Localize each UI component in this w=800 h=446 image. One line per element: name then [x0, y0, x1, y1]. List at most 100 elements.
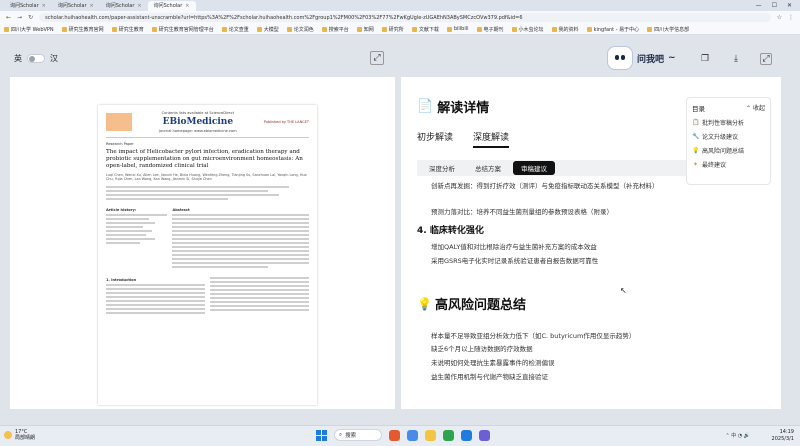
list-item: 缺乏6个月以上随访数据的疗效数据: [431, 345, 533, 353]
maximize-icon[interactable]: ☐: [772, 2, 777, 9]
url-input[interactable]: scholar.huihaohealth.com/paper-assistant…: [39, 13, 771, 22]
bookmark[interactable]: 小木虫论坛: [511, 26, 544, 33]
table-of-contents: 目录 ⌃ 收起 📋 批判性审稿分析 🔧 论文升级建议 💡 高风险问题总结 ✦ 最终建议: [686, 97, 771, 185]
app-icon[interactable]: [443, 429, 454, 441]
copy-icon[interactable]: ❐: [699, 53, 711, 65]
pdf-body: Article history: Abstract: [106, 205, 309, 270]
back-icon[interactable]: ←: [6, 14, 11, 21]
system-tray[interactable]: ⌃ 中 ◔ 🔊: [725, 432, 750, 439]
bookmark[interactable]: 知网: [356, 26, 374, 33]
toc-item[interactable]: 🔧 论文升级建议: [692, 132, 765, 141]
close-icon[interactable]: ×: [90, 3, 94, 9]
section-heading: 4. 临床转化强化: [417, 226, 484, 236]
search-icon: ⌕: [339, 431, 343, 438]
toc-title: 目录: [692, 105, 705, 113]
close-icon[interactable]: ×: [137, 3, 141, 9]
elsevier-logo-icon: [106, 113, 132, 132]
folder-icon: [221, 26, 227, 32]
bookmark[interactable]: 电子期刊: [476, 26, 504, 33]
windows-start-icon[interactable]: [316, 429, 327, 441]
subtab-review[interactable]: 审稿建议: [513, 161, 555, 175]
app-icon[interactable]: [479, 429, 490, 441]
download-icon[interactable]: ⤓: [730, 53, 742, 65]
language-switch[interactable]: [27, 54, 45, 63]
folder-icon: [586, 26, 592, 32]
toc-item[interactable]: 💡 高风险问题总结: [692, 146, 765, 155]
bookmark[interactable]: 论文润色: [286, 26, 314, 33]
reload-icon[interactable]: ↻: [28, 14, 33, 21]
article-authors: Luqi Chen, Wenxi Xu, Allen Lee, Jianxin …: [106, 172, 307, 182]
bookmark[interactable]: 搜索平台: [321, 26, 349, 33]
app-icon[interactable]: [389, 429, 400, 441]
pdf-intro: 1. Introduction: [106, 275, 309, 316]
language-toggle: 英 汉: [14, 53, 58, 64]
menu-icon[interactable]: ⋮: [788, 14, 794, 21]
interpretation-tabs: 初步解读 深度解读: [417, 130, 510, 148]
forward-icon[interactable]: →: [17, 14, 22, 21]
app-icon[interactable]: [407, 429, 418, 441]
high-risk-title: 高风险问题总结: [434, 298, 526, 313]
toc-item[interactable]: 📋 批判性审稿分析: [692, 118, 765, 127]
folder-icon: [256, 26, 262, 32]
close-icon[interactable]: ×: [185, 3, 189, 9]
bookmark[interactable]: 四川大学 WebVPN: [4, 26, 54, 33]
paragraph: 创新点再发掘：得到打折疗效（测评）与免疫指标联动态关系模型（补充材料）: [431, 182, 659, 190]
folder-icon: [111, 26, 117, 32]
pdf-viewer[interactable]: Contents lists available at ScienceDirec…: [10, 77, 395, 409]
subtab-summary[interactable]: 总结方案: [467, 161, 509, 175]
lang-zh-label: 汉: [50, 54, 58, 63]
bookmark[interactable]: 研究生教育: [111, 26, 144, 33]
fullscreen-left-icon[interactable]: ⤢: [370, 51, 384, 65]
toc-collapse-button[interactable]: ⌃ 收起: [746, 103, 765, 113]
bookmarks-bar: 四川大学 WebVPN 研究生教育官网 研究生教育 研究生教育官网管理平台 论文…: [0, 24, 800, 35]
list-item: 采用GSRS电子化实时记录系统验证患者自报告数据可靠性: [431, 257, 599, 265]
subtab-analysis[interactable]: 深度分析: [421, 161, 463, 175]
toc-item[interactable]: ✦ 最终建议: [692, 160, 765, 169]
ask-me-button[interactable]: 问我吧 ~: [607, 46, 676, 70]
browser-tab[interactable]: 询问Scholar ×: [4, 1, 52, 11]
subtabs: 深度分析 总结方案 审稿建议: [417, 160, 697, 176]
tab-label: 询问Scholar: [153, 3, 183, 9]
url-text: scholar.huihaohealth.com/paper-assistant…: [45, 14, 523, 21]
edge-icon[interactable]: [461, 429, 472, 441]
list-item: 样本量不足导致亚组分析效力低下（如C. butyricum作用仅显示趋势）: [431, 332, 636, 340]
fullscreen-right-icon[interactable]: ⤢: [760, 53, 772, 65]
tab-preliminary[interactable]: 初步解读: [417, 130, 453, 148]
minimize-icon[interactable]: —: [756, 2, 762, 9]
tab-deep[interactable]: 深度解读: [473, 130, 510, 148]
panel-title: 📄 解读详情: [417, 97, 489, 116]
taskbar-search[interactable]: ⌕ 搜索: [334, 429, 382, 441]
bookmark[interactable]: 研究生教育官网管理平台: [151, 26, 214, 33]
browser-tab[interactable]: 询问Scholar ×: [100, 1, 148, 11]
mouse-cursor-icon: ↖: [620, 286, 627, 295]
browser-tab[interactable]: 询问Scholar ×: [52, 1, 100, 11]
bookmark[interactable]: 大模型: [256, 26, 279, 33]
star-icon[interactable]: ☆: [777, 14, 782, 21]
bookmark[interactable]: 四川大学信息部: [647, 26, 689, 33]
bookmark[interactable]: 研究所: [381, 26, 404, 33]
list-item: 益生菌作用机制与代谢产物缺乏直接验证: [431, 373, 548, 381]
tab-label: 询问Scholar: [57, 3, 87, 9]
close-icon[interactable]: ×: [42, 3, 46, 9]
article-type: Research Paper: [106, 141, 134, 146]
journal-name: EBioMedicine: [162, 117, 234, 128]
bookmark[interactable]: 论文查重: [221, 26, 249, 33]
folder-icon: [4, 26, 9, 32]
folder-icon: [647, 26, 653, 32]
clock[interactable]: 14:19 2025/3/1: [772, 429, 794, 442]
folder-icon: [286, 26, 292, 32]
bookmark[interactable]: bilibili: [446, 26, 469, 32]
taskbar-apps: ⌕ 搜索: [316, 429, 490, 441]
file-explorer-icon[interactable]: [425, 429, 436, 441]
browser-tab-active[interactable]: 询问Scholar ×: [147, 0, 196, 11]
bookmark[interactable]: 文献下载: [411, 26, 439, 33]
weather-widget[interactable]: 17°C 局部晴朗: [4, 429, 35, 441]
bookmark[interactable]: 我的资料: [551, 26, 579, 33]
star-icon: ✦: [692, 161, 699, 168]
lang-en-label: 英: [14, 54, 22, 63]
bookmark[interactable]: 研究生教育官网: [61, 26, 104, 33]
browser-tab-strip: 询问Scholar × 询问Scholar × 询问Scholar × 询问Schol…: [0, 0, 800, 11]
switch-knob: [29, 56, 35, 62]
close-window-icon[interactable]: ✕: [787, 2, 792, 9]
bookmark[interactable]: kingfant - 易于中心: [586, 26, 639, 33]
